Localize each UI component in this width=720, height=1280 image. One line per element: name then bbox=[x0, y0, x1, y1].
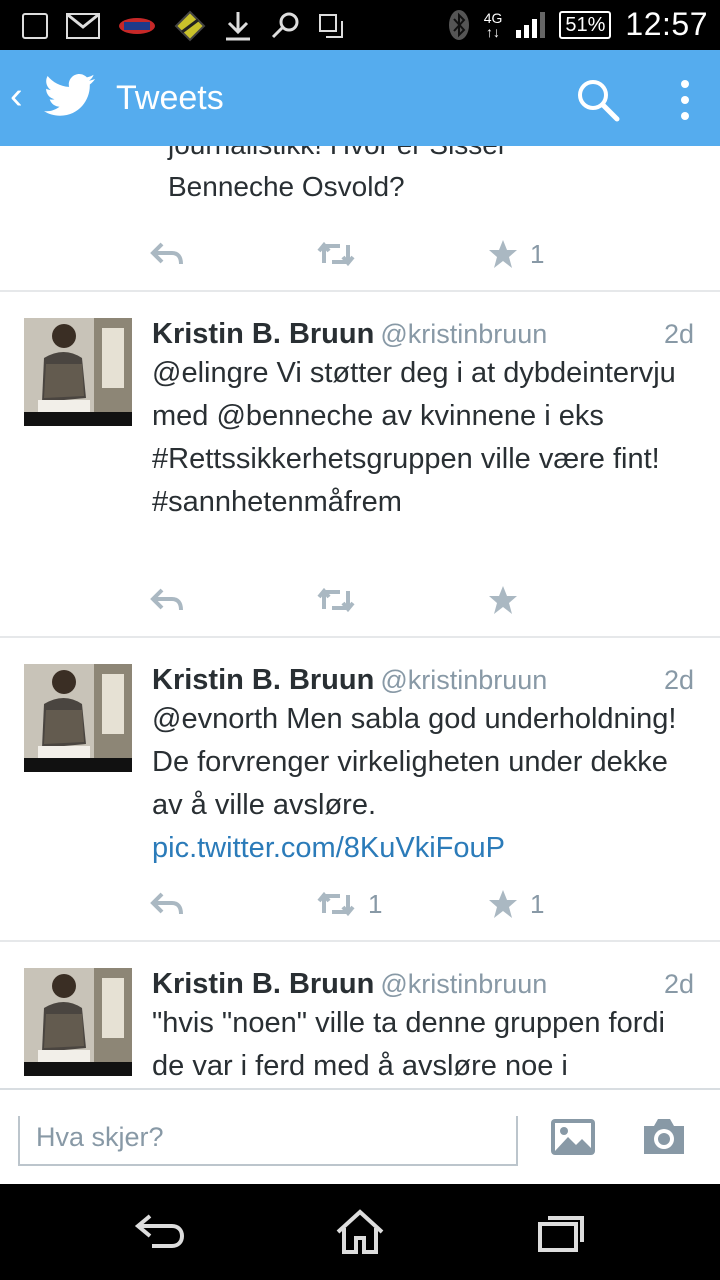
compose-input[interactable]: Hva skjer? bbox=[18, 1116, 518, 1166]
system-nav-bar bbox=[0, 1184, 720, 1280]
bluetooth-icon bbox=[448, 9, 469, 40]
reply-button[interactable] bbox=[150, 234, 184, 274]
avatar[interactable] bbox=[24, 968, 132, 1076]
author-handle[interactable]: @kristinbruun bbox=[380, 665, 547, 695]
tweet-timeline[interactable]: journalistikk! Hvor er Sissel Benneche O… bbox=[0, 146, 720, 1088]
camera-icon[interactable] bbox=[640, 1116, 688, 1156]
star-icon bbox=[489, 240, 517, 268]
author-handle[interactable]: @kristinbruun bbox=[380, 969, 547, 999]
network-type: 4G ↑↓ bbox=[483, 9, 503, 40]
home-icon[interactable] bbox=[330, 1208, 390, 1256]
twitter-bird-icon[interactable] bbox=[44, 74, 96, 118]
recent-apps-icon[interactable] bbox=[530, 1208, 590, 1256]
favorite-button[interactable] bbox=[488, 580, 518, 620]
fmt-notification-icon bbox=[119, 18, 155, 34]
tweet-actions: 1 bbox=[150, 234, 690, 274]
gmail-notification-icon bbox=[66, 13, 100, 39]
tweet-text: journalistikk! Hvor er Sissel Benneche O… bbox=[168, 146, 504, 202]
gallery-notification-icon bbox=[22, 13, 48, 39]
tweet-header: Kristin B. Bruun @kristinbruun bbox=[152, 962, 547, 1006]
tweet-composer: Hva skjer? bbox=[0, 1088, 720, 1184]
copy-icon bbox=[319, 14, 343, 38]
tweet-item[interactable]: Kristin B. Bruun @kristinbruun 2d @evnort… bbox=[0, 638, 720, 942]
favorite-button[interactable]: 1 bbox=[488, 234, 544, 274]
reply-button[interactable] bbox=[150, 580, 184, 620]
retweet-button[interactable] bbox=[316, 580, 356, 620]
back-chevron-icon[interactable]: ‹ bbox=[10, 74, 23, 118]
reply-icon bbox=[150, 892, 183, 915]
app-bar: ‹ Tweets bbox=[0, 50, 720, 146]
star-icon bbox=[489, 890, 517, 918]
system-indicators: 4G ↑↓ 51% 12:57 bbox=[448, 6, 708, 43]
notification-icons bbox=[22, 10, 344, 42]
author-handle[interactable]: @kristinbruun bbox=[380, 319, 547, 349]
photo-icon[interactable] bbox=[550, 1118, 596, 1156]
compose-placeholder: Hva skjer? bbox=[36, 1122, 164, 1152]
signal-strength-icon bbox=[516, 11, 546, 38]
avatar[interactable] bbox=[24, 664, 132, 772]
retweet-button[interactable]: 1 bbox=[316, 884, 382, 924]
reply-button[interactable] bbox=[150, 884, 184, 924]
retweet-icon bbox=[317, 891, 355, 917]
retweet-count: 1 bbox=[368, 888, 383, 919]
retweet-icon bbox=[317, 241, 355, 267]
author-name[interactable]: Kristin B. Bruun bbox=[152, 318, 374, 350]
tweet-timestamp: 2d bbox=[663, 969, 694, 999]
tweet-text: @elingre Vi støtter deg i at dybdeinterv… bbox=[152, 357, 676, 518]
author-name[interactable]: Kristin B. Bruun bbox=[152, 664, 374, 696]
retweet-button[interactable] bbox=[316, 234, 356, 274]
author-name[interactable]: Kristin B. Bruun bbox=[152, 968, 374, 1000]
avatar[interactable] bbox=[24, 318, 132, 426]
tweet-actions: 1 1 bbox=[150, 884, 690, 924]
tweet-timestamp: 2d bbox=[663, 665, 694, 695]
favorite-button[interactable]: 1 bbox=[488, 884, 544, 924]
retweet-icon bbox=[317, 587, 355, 613]
overflow-menu-icon[interactable] bbox=[678, 78, 692, 122]
status-bar: 4G ↑↓ 51% 12:57 bbox=[0, 0, 720, 50]
back-icon[interactable] bbox=[130, 1208, 190, 1256]
tweet-item[interactable]: Kristin B. Bruun @kristinbruun 2d "hvis "… bbox=[0, 942, 720, 1088]
clock: 12:57 bbox=[625, 6, 708, 42]
tweet-item[interactable]: Kristin B. Bruun @kristinbruun 2d @elingr… bbox=[0, 292, 720, 638]
tweet-timestamp: 2d bbox=[663, 319, 694, 349]
tweet-partial[interactable]: journalistikk! Hvor er Sissel Benneche O… bbox=[0, 146, 720, 292]
pic-link[interactable]: pic.twitter.com/8KuVkiFouP bbox=[152, 832, 505, 864]
page-title: Tweets bbox=[116, 79, 224, 117]
app-notification-icon bbox=[174, 10, 206, 42]
tweet-header: Kristin B. Bruun @kristinbruun bbox=[152, 658, 547, 702]
favorite-count: 1 bbox=[530, 888, 545, 919]
tweet-text: "hvis "noen" ville ta denne gruppen ford… bbox=[152, 1007, 665, 1082]
tweet-text: @evnorth Men sabla god underholdning! De… bbox=[152, 703, 677, 864]
star-icon bbox=[489, 586, 517, 614]
tweet-actions bbox=[150, 580, 690, 620]
download-icon bbox=[226, 12, 250, 41]
reply-icon bbox=[150, 588, 183, 611]
screen-mirroring-icon bbox=[271, 12, 299, 39]
reply-icon bbox=[150, 242, 183, 265]
favorite-count: 1 bbox=[530, 238, 545, 269]
battery-indicator: 51% bbox=[559, 10, 612, 39]
search-icon[interactable] bbox=[576, 78, 620, 122]
tweet-header: Kristin B. Bruun @kristinbruun bbox=[152, 312, 547, 356]
